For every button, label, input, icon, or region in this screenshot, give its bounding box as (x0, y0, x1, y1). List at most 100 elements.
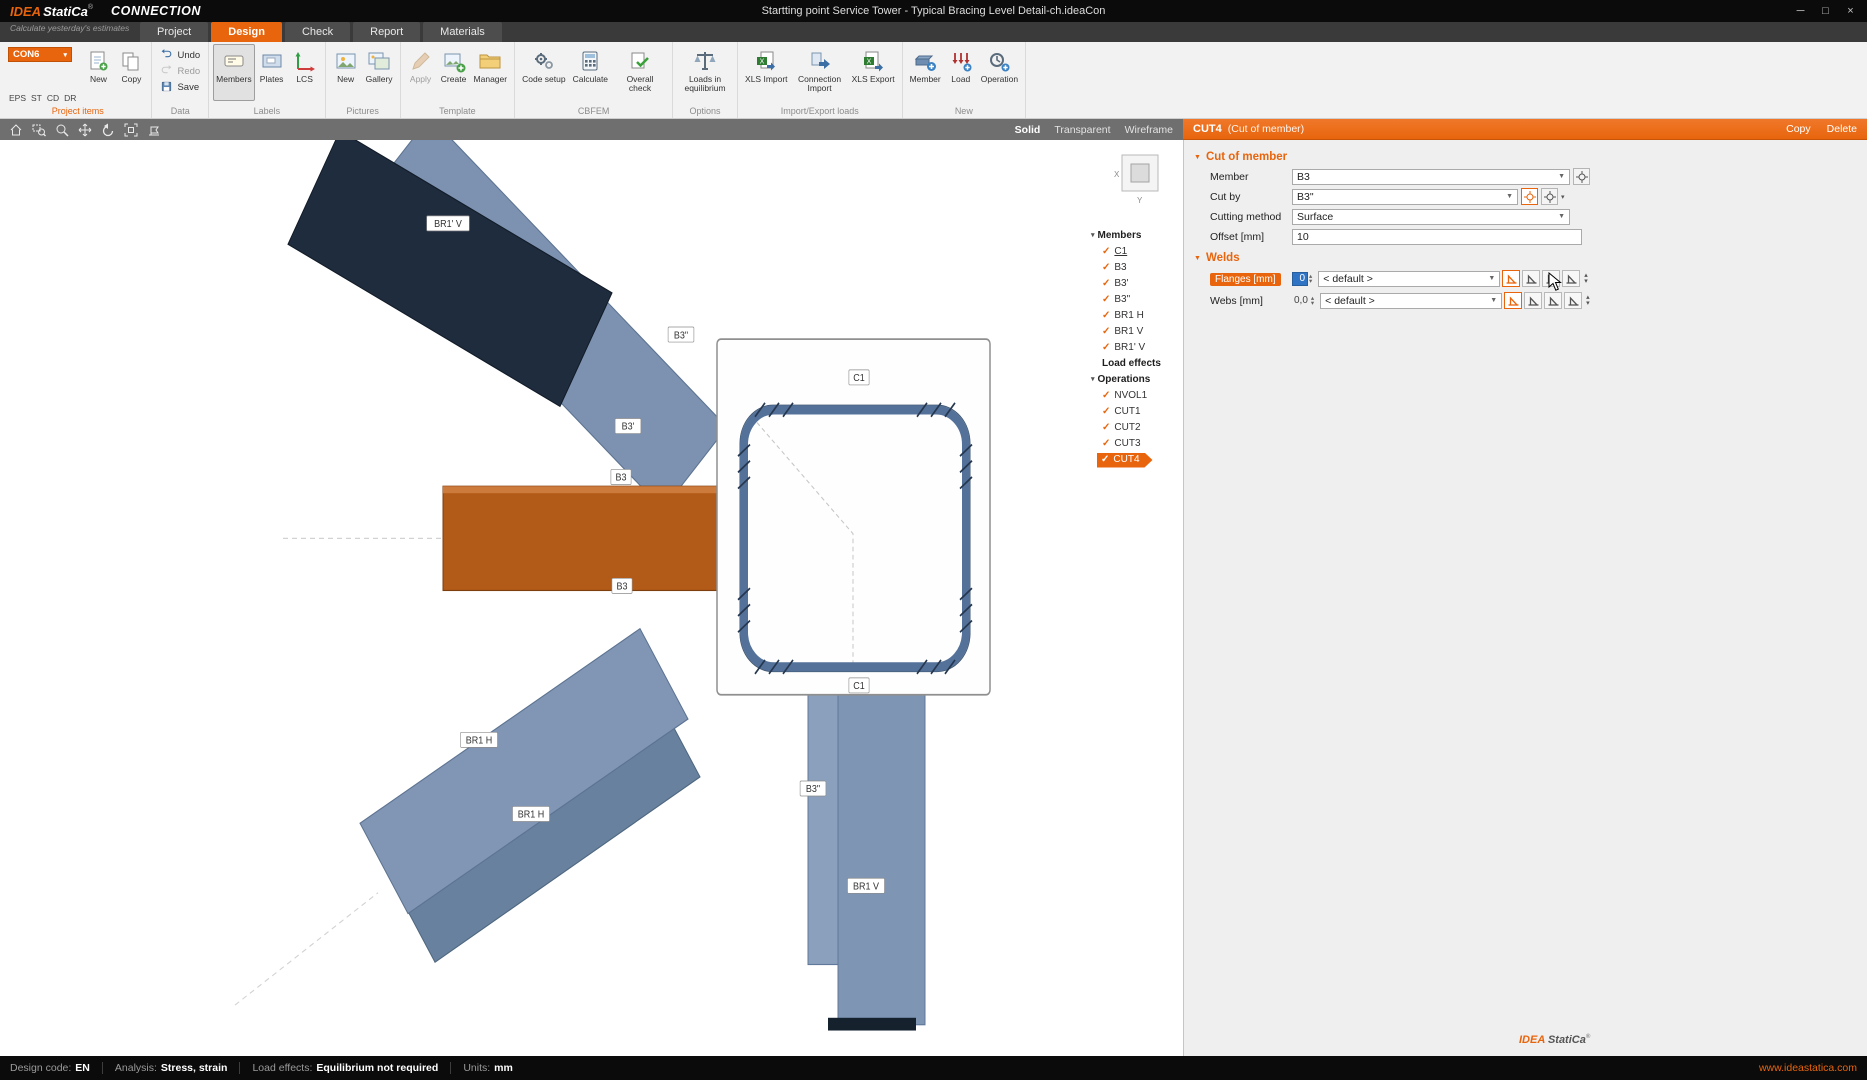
ribbon-button-apply[interactable]: Apply (405, 44, 437, 101)
minimize-button[interactable]: ─ (1788, 0, 1813, 22)
ribbon-button-copy[interactable]: Copy (115, 44, 147, 101)
ribbon-button-xls-import[interactable]: XXLS Import (742, 44, 791, 101)
checkbox-checked-icon[interactable]: ✓ (1101, 452, 1109, 468)
checkbox-checked-icon[interactable]: ✓ (1102, 324, 1110, 340)
section-cut-of-member[interactable]: ▼Cut of member (1184, 146, 1867, 167)
tree-item-cut3[interactable]: ✓CUT3 (1091, 436, 1183, 452)
member-label-br1-v[interactable]: BR1 V (848, 878, 885, 893)
tree-item-br1-h[interactable]: ✓BR1 H (1091, 308, 1183, 324)
tree-header-load-effects[interactable]: Load effects (1091, 356, 1183, 372)
ribbon-button-members[interactable]: Members (213, 44, 254, 101)
weld-type-button-1[interactable] (1502, 270, 1520, 287)
navigation-cube[interactable]: X Y (1112, 152, 1164, 206)
weld-type-button-4[interactable] (1562, 270, 1580, 287)
checkbox-checked-icon[interactable]: ✓ (1102, 292, 1110, 308)
rotate-icon[interactable] (96, 119, 119, 140)
project-mini-button-st[interactable]: ST (31, 93, 42, 103)
checkbox-checked-icon[interactable]: ✓ (1102, 260, 1110, 276)
value-spinner[interactable]: ▴▾ (1309, 274, 1312, 284)
weld-type-button-2[interactable] (1524, 292, 1542, 309)
tree-item-cut4-active[interactable]: ✓CUT4 (1091, 452, 1183, 468)
member-label-b3[interactable]: B3 (612, 578, 632, 593)
member-b3-orange[interactable] (443, 486, 717, 590)
member-label-br1-v[interactable]: BR1' V (427, 216, 470, 231)
pick-in-scene-button[interactable] (1573, 168, 1590, 185)
ribbon-button-new[interactable]: New (330, 44, 362, 101)
tree-header-operations[interactable]: ▾Operations (1091, 372, 1183, 388)
project-mini-button-dr[interactable]: DR (64, 93, 76, 103)
zoom-icon[interactable] (50, 119, 73, 140)
tab-materials[interactable]: Materials (423, 22, 502, 42)
ribbon-button-code-setup[interactable]: Code setup (519, 44, 568, 101)
view-mode-transparent[interactable]: Transparent (1054, 124, 1110, 136)
member-b3-vertical-flange[interactable] (808, 695, 838, 965)
cutting-method-select[interactable]: Surface▼ (1292, 209, 1570, 225)
project-mini-button-cd[interactable]: CD (47, 93, 59, 103)
member-select[interactable]: B3▼ (1292, 169, 1570, 185)
pick-in-scene-button[interactable] (1521, 188, 1538, 205)
ribbon-button-gallery[interactable]: Gallery (363, 44, 396, 101)
checkbox-checked-icon[interactable]: ✓ (1102, 308, 1110, 324)
ribbon-button-plates[interactable]: Plates (256, 44, 288, 101)
ribbon-button-redo[interactable]: Redo (156, 64, 204, 79)
tree-item-cut2[interactable]: ✓CUT2 (1091, 420, 1183, 436)
ribbon-button-load[interactable]: Load (945, 44, 977, 101)
tree-item-b3[interactable]: ✓B3' (1091, 276, 1183, 292)
active-operation-tag[interactable]: ✓CUT4 (1097, 453, 1153, 468)
clip-icon[interactable] (142, 119, 165, 140)
checkbox-checked-icon[interactable]: ✓ (1102, 340, 1110, 356)
tree-header-members[interactable]: ▾Members (1091, 228, 1183, 244)
ribbon-button-member[interactable]: Member (907, 44, 944, 101)
weld-type-button-3[interactable] (1544, 292, 1562, 309)
chevron-down-icon[interactable]: ▾ (1561, 193, 1565, 201)
ribbon-button-calculate[interactable]: Calculate (570, 44, 611, 101)
checkbox-checked-icon[interactable]: ✓ (1102, 404, 1110, 420)
ribbon-button-create[interactable]: Create (438, 44, 470, 101)
project-item-combo[interactable]: CON6▾ (8, 47, 72, 62)
webs-mm-default-select[interactable]: < default >▼ (1320, 293, 1502, 309)
project-mini-button-eps[interactable]: EPS (9, 93, 26, 103)
member-label-b3[interactable]: B3' (615, 419, 641, 434)
tree-item-cut1[interactable]: ✓CUT1 (1091, 404, 1183, 420)
member-label-b3[interactable]: B3" (800, 781, 826, 796)
tree-item-nvol1[interactable]: ✓NVOL1 (1091, 388, 1183, 404)
ribbon-button-new[interactable]: New (82, 44, 114, 101)
flanges-mm-value[interactable]: 0 (1292, 272, 1308, 286)
tab-report[interactable]: Report (353, 22, 420, 42)
ribbon-button-overall-check[interactable]: Overall check (612, 44, 668, 101)
cut-by-select[interactable]: B3"▼ (1292, 189, 1518, 205)
weld-order-spinner[interactable]: ▴▾ (1584, 273, 1588, 284)
home-icon[interactable] (4, 119, 27, 140)
offset-mm-input[interactable]: 10 (1292, 229, 1582, 245)
view-mode-wireframe[interactable]: Wireframe (1125, 124, 1173, 136)
view-mode-solid[interactable]: Solid (1015, 124, 1041, 136)
weld-type-button-4[interactable] (1564, 292, 1582, 309)
website-link[interactable]: www.ideastatica.com (1759, 1062, 1857, 1074)
checkbox-checked-icon[interactable]: ✓ (1102, 436, 1110, 452)
checkbox-checked-icon[interactable]: ✓ (1102, 276, 1110, 292)
member-label-br1-h[interactable]: BR1 H (461, 732, 498, 747)
member-br1v-vertical[interactable] (838, 695, 925, 1025)
fit-icon[interactable] (119, 119, 142, 140)
tab-check[interactable]: Check (285, 22, 350, 42)
webs-mm-value[interactable]: 0,0 (1292, 294, 1310, 308)
maximize-button[interactable]: □ (1813, 0, 1838, 22)
tree-item-b3[interactable]: ✓B3 (1091, 260, 1183, 276)
pan-icon[interactable] (73, 119, 96, 140)
tree-item-b3[interactable]: ✓B3" (1091, 292, 1183, 308)
checkbox-checked-icon[interactable]: ✓ (1102, 420, 1110, 436)
checkbox-checked-icon[interactable]: ✓ (1102, 244, 1110, 260)
member-label-br1-h[interactable]: BR1 H (513, 806, 550, 821)
weld-type-button-2[interactable] (1522, 270, 1540, 287)
weld-type-button-3[interactable] (1542, 270, 1560, 287)
ribbon-button-connection-import[interactable]: Connection Import (792, 44, 848, 101)
close-button[interactable]: × (1838, 0, 1863, 22)
tab-project[interactable]: Project (140, 22, 208, 42)
3d-viewport[interactable]: BR1' VB3"B3'B3B3C1C1B3"BR1 VBR1 HBR1 H X… (0, 140, 1183, 1056)
3d-scene[interactable]: BR1' VB3"B3'B3B3C1C1B3"BR1 VBR1 HBR1 H (0, 140, 1183, 1056)
tab-design[interactable]: Design (211, 22, 282, 42)
weld-type-button-1[interactable] (1504, 292, 1522, 309)
ribbon-button-operation[interactable]: Operation (978, 44, 1021, 101)
ribbon-button-xls-export[interactable]: XXLS Export (849, 44, 898, 101)
checkbox-checked-icon[interactable]: ✓ (1102, 388, 1110, 404)
